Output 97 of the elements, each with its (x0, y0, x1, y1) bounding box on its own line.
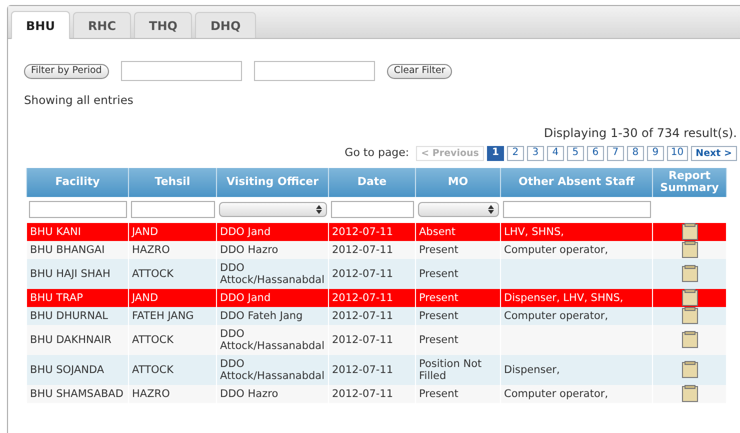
table-cell: Present (419, 268, 458, 280)
tab[interactable]: BHU (11, 11, 70, 39)
end-date-field[interactable] (254, 61, 375, 81)
clipboard-icon[interactable] (682, 360, 698, 378)
previous-page-button: < Previous (416, 146, 484, 161)
column-header: Report Summary (652, 168, 726, 196)
table-cell: DDO Attock/Hassanabdal (220, 328, 325, 352)
table-cell: ATTOCK (132, 268, 174, 280)
table-cell: ATTOCK (132, 364, 174, 376)
table-cell: 2012-07-11 (332, 388, 394, 400)
clipboard-icon[interactable] (682, 222, 698, 240)
table-cell: Computer operator, (504, 310, 608, 322)
table-cell: DDO Hazro (220, 388, 278, 400)
table-cell: DDO Hazro (220, 244, 278, 256)
table-cell: 2012-07-11 (332, 364, 394, 376)
column-header: Tehsil (128, 168, 216, 196)
column-header: Date (328, 168, 416, 196)
table-cell: BHU SOJANDA (30, 364, 104, 376)
clipboard-icon[interactable] (682, 330, 698, 348)
page-button[interactable]: 10 (666, 146, 688, 161)
table-cell: Present (419, 388, 458, 400)
table-cell: BHU TRAP (30, 292, 83, 304)
table-cell: BHU SHAMSABAD (30, 388, 124, 400)
tab[interactable]: THQ (134, 12, 192, 38)
column-filter-field[interactable] (502, 200, 650, 218)
table-cell: Computer operator, (504, 244, 608, 256)
table-cell: 2012-07-11 (332, 292, 394, 304)
page-button[interactable]: 7 (606, 146, 624, 161)
column-filter-dropdown[interactable] (218, 202, 326, 217)
page-button[interactable]: 2 (506, 146, 524, 161)
column-filter-dropdown[interactable] (418, 202, 498, 217)
table-cell: JAND (132, 292, 158, 304)
column-header: Other Absent Staff (500, 168, 652, 196)
page-button[interactable]: 3 (526, 146, 544, 161)
filter-by-period-button[interactable]: Filter by Period (24, 64, 109, 78)
entries-status: Showing all entries (24, 93, 134, 107)
clipboard-icon[interactable] (682, 306, 698, 324)
tab[interactable]: RHC (72, 12, 132, 38)
table-cell: BHU HAJI SHAH (30, 268, 110, 280)
table-cell: Present (419, 334, 458, 346)
table-cell: ATTOCK (132, 334, 174, 346)
table-row[interactable]: BHU TRAP JAND DDO Jand 2012-07-11 Present Dispenser, LHV, SHNS, (26, 288, 726, 306)
page-button[interactable]: 5 (566, 146, 584, 161)
dropdown-arrows-icon (488, 205, 494, 214)
table-cell: Position Not Filled (419, 358, 482, 382)
table-row[interactable]: BHU SHAMSABAD HAZRO DDO Hazro 2012-07-11 Present Computer operator, (26, 384, 726, 402)
table-cell: Absent (419, 226, 456, 238)
table-cell: Present (419, 244, 458, 256)
table-cell: JAND (132, 226, 158, 238)
column-filter-field[interactable] (28, 200, 126, 218)
table-cell: BHU DAKHNAIR (30, 334, 112, 346)
column-header: MO (416, 168, 500, 196)
page-button[interactable]: 9 (646, 146, 664, 161)
clipboard-icon[interactable] (682, 264, 698, 282)
clipboard-icon[interactable] (682, 384, 698, 402)
table-row[interactable]: BHU DHURNAL FATEH JANG DDO Fateh Jang 2012-07-11 Present Computer operator, (26, 306, 726, 324)
table-cell: 2012-07-11 (332, 268, 394, 280)
clear-filter-button[interactable]: Clear Filter (386, 64, 452, 78)
page-button[interactable]: 1 (486, 146, 504, 161)
column-header: Facility (26, 168, 128, 196)
table-row[interactable]: BHU BHANGAI HAZRO DDO Hazro 2012-07-11 Present Computer operator, (26, 240, 726, 258)
tab[interactable]: DHQ (195, 12, 256, 38)
column-filter-field[interactable] (330, 200, 414, 218)
result-count: Displaying 1-30 of 734 result(s). (544, 125, 737, 142)
table-cell: BHU DHURNAL (30, 310, 108, 322)
start-date-field[interactable] (120, 61, 242, 81)
table-cell: 2012-07-11 (332, 244, 394, 256)
page-button[interactable]: 6 (586, 146, 604, 161)
table-cell: LHV, SHNS, (504, 226, 564, 238)
table-cell: DDO Attock/Hassanabdal (220, 358, 325, 382)
table-cell: Present (419, 292, 458, 304)
table-cell: DDO Attock/Hassanabdal (220, 262, 325, 286)
table-cell: FATEH JANG (132, 310, 194, 322)
column-filter-field[interactable] (130, 200, 214, 218)
next-page-button[interactable]: Next > (690, 146, 737, 161)
page-button[interactable]: 8 (626, 146, 644, 161)
table-cell: 2012-07-11 (332, 310, 394, 322)
table-row[interactable]: BHU KANI JAND DDO Jand 2012-07-11 Absent LHV, SHNS, (26, 222, 726, 240)
table-cell: DDO Jand (220, 226, 271, 238)
table-cell: HAZRO (132, 388, 170, 400)
table-cell: BHU BHANGAI (30, 244, 105, 256)
clipboard-icon[interactable] (682, 240, 698, 258)
column-header: Visiting Officer (216, 168, 328, 196)
table-cell: Dispenser, LHV, SHNS, (504, 292, 624, 304)
table-cell: BHU KANI (30, 226, 81, 238)
dropdown-arrows-icon (316, 205, 322, 214)
table-cell: Dispenser, (504, 364, 560, 376)
table-cell: HAZRO (132, 244, 170, 256)
table-cell: 2012-07-11 (332, 226, 394, 238)
page-button[interactable]: 4 (546, 146, 564, 161)
table-cell: Computer operator, (504, 388, 608, 400)
table-cell: DDO Jand (220, 292, 271, 304)
table-cell: DDO Fateh Jang (220, 310, 303, 322)
table-cell: Present (419, 310, 458, 322)
go-to-page-label: Go to page: (344, 145, 410, 161)
clipboard-icon[interactable] (682, 288, 698, 306)
table-cell: 2012-07-11 (332, 334, 394, 346)
